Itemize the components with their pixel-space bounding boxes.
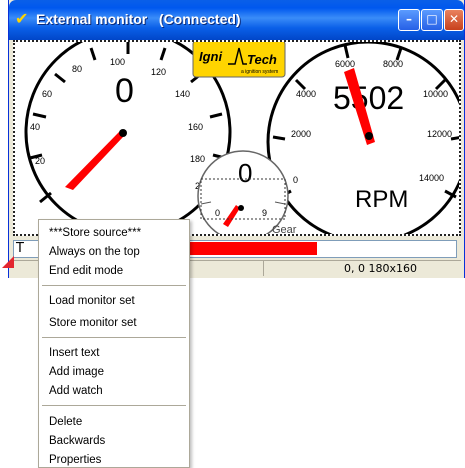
rpm-tick-label: 10000 <box>423 89 448 99</box>
rpm-tick-label: 0 <box>293 175 298 185</box>
menu-item-store-monitor-set[interactable]: Store monitor set <box>49 315 137 331</box>
gear-label: Gear <box>272 224 297 234</box>
speed-value: 0 <box>115 72 134 110</box>
speed-needle-hub <box>119 129 127 137</box>
gear-tick-label: 9 <box>262 208 267 218</box>
menu-item-end-edit-mode[interactable]: End edit mode <box>49 263 123 279</box>
rpm-unit: RPM <box>355 186 408 213</box>
rpm-tick-label: 4000 <box>296 89 316 99</box>
pointer-arrow-icon <box>2 256 14 268</box>
gear-needle-hub <box>238 205 244 211</box>
minimize-button[interactable]: – <box>398 9 420 31</box>
context-menu: ***Store source*** Always on the top End… <box>38 219 190 468</box>
maximize-button[interactable]: □ <box>421 9 443 31</box>
speed-tick-label: 80 <box>72 64 82 74</box>
app-icon: ✔ <box>15 9 29 28</box>
maximize-icon: □ <box>426 12 438 26</box>
gear-tick-label: 0 <box>215 208 220 218</box>
rpm-tick-label: 6000 <box>335 59 355 69</box>
progress-bar <box>183 242 317 255</box>
speed-tick-label: 100 <box>110 57 125 67</box>
menu-item-insert-text[interactable]: Insert text <box>49 345 100 361</box>
menu-item-store-source[interactable]: ***Store source*** <box>49 225 141 241</box>
logo-tagline: a ignition system <box>241 69 278 75</box>
title-bar[interactable]: ✔ External monitor (Connected) – □ ✕ <box>9 0 464 40</box>
speed-tick-label: 20 <box>35 156 45 166</box>
menu-item-properties[interactable]: Properties <box>49 452 101 468</box>
menu-separator <box>42 337 186 338</box>
rpm-tick-label: 2000 <box>291 129 311 139</box>
rpm-value: 5502 <box>333 80 404 116</box>
speed-tick-label: 120 <box>151 67 166 77</box>
menu-item-backwards[interactable]: Backwards <box>49 433 105 449</box>
speed-tick-label: 60 <box>42 89 52 99</box>
gauges-svg: 20 40 60 80 100 120 140 160 180 200 0 <box>24 42 459 234</box>
rpm-needle-hub <box>365 132 373 140</box>
close-icon: ✕ <box>448 12 460 26</box>
speed-tick-label: 140 <box>175 89 190 99</box>
menu-item-always-on-top[interactable]: Always on the top <box>49 244 140 260</box>
minimize-icon: – <box>406 12 412 26</box>
gear-value: 0 <box>238 158 252 188</box>
speed-tick-label: 160 <box>188 122 203 132</box>
rpm-tick-label: 12000 <box>427 129 452 139</box>
menu-item-add-watch[interactable]: Add watch <box>49 383 103 399</box>
window-title: External monitor (Connected) <box>36 11 241 27</box>
speed-tick-label: 40 <box>30 122 40 132</box>
ignitech-logo: Igni Tech a ignition system <box>192 42 286 78</box>
rpm-tick-label: 14000 <box>419 173 444 183</box>
status-coordinates: 0, 0 180x160 <box>263 261 453 276</box>
rpm-gauge[interactable]: 0 2000 4000 6000 8000 10000 12000 14000 … <box>266 42 459 234</box>
logo-text-2: Tech <box>247 52 277 67</box>
menu-item-load-monitor-set[interactable]: Load monitor set <box>49 293 135 309</box>
menu-separator <box>42 405 186 406</box>
monitor-canvas[interactable]: 20 40 60 80 100 120 140 160 180 200 0 <box>13 40 461 236</box>
speed-tick-label: 180 <box>190 154 205 164</box>
menu-separator <box>42 285 186 286</box>
logo-text-1: Igni <box>199 49 222 64</box>
menu-item-add-image[interactable]: Add image <box>49 364 104 380</box>
close-button[interactable]: ✕ <box>444 9 464 31</box>
rpm-tick-label: 8000 <box>383 59 403 69</box>
menu-item-delete[interactable]: Delete <box>49 414 82 430</box>
